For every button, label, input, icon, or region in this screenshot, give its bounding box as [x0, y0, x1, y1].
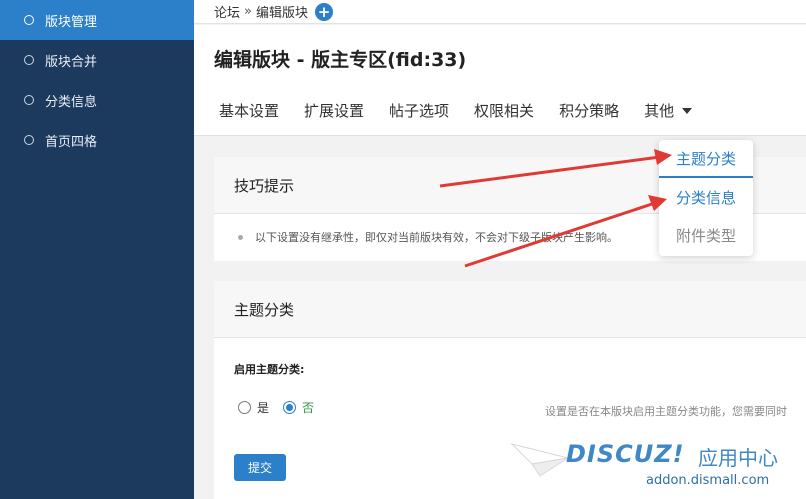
sidebar-item-home-grid[interactable]: 首页四格 [0, 120, 194, 160]
tip-text: 以下设置没有继承性，即仅对当前版块有效，不会对下级子版块产生影响。 [255, 231, 618, 244]
page-title: 编辑版块 - 版主专区(fid:33) [214, 49, 467, 71]
watermark-url: addon.dismall.com [646, 473, 770, 488]
tab-other[interactable]: 其他 [644, 100, 693, 121]
breadcrumb-current: 编辑版块 [255, 6, 308, 21]
sidebar: 版块管理 版块合并 分类信息 首页四格 [0, 0, 194, 499]
radio-no-label[interactable]: 否 [302, 399, 314, 416]
enable-category-radio-group: 是 否 [238, 399, 314, 416]
tab-other-label: 其他 [644, 102, 675, 120]
enable-category-description: 设置是否在本版块启用主题分类功能，您需要同时 [545, 405, 787, 418]
watermark: DISCUZ! 应用中心 addon.dismall.com [510, 434, 806, 499]
tab-basic-settings[interactable]: 基本设置 [219, 100, 279, 121]
plus-icon[interactable]: + [315, 2, 333, 21]
watermark-logo: DISCUZ! [566, 440, 685, 468]
radio-yes-label[interactable]: 是 [257, 399, 269, 416]
tab-bar: 基本设置 扩展设置 帖子选项 权限相关 积分策略 其他 [219, 100, 717, 121]
other-dropdown-menu: 主题分类 分类信息 附件类型 [659, 140, 753, 256]
radio-no[interactable] [283, 401, 297, 414]
category-panel-title: 主题分类 [214, 281, 806, 338]
tab-post-options[interactable]: 帖子选项 [389, 100, 449, 121]
sidebar-item-label: 分类信息 [45, 94, 98, 110]
dropdown-item-thread-category[interactable]: 主题分类 [659, 140, 753, 178]
sidebar-item-label: 版块管理 [45, 14, 98, 30]
circle-bullet-icon [24, 135, 34, 145]
tab-extended-settings[interactable]: 扩展设置 [304, 100, 364, 121]
breadcrumb-root-link[interactable]: 论坛 [214, 2, 240, 21]
submit-button[interactable]: 提交 [234, 454, 286, 481]
sidebar-item-label: 首页四格 [45, 134, 98, 150]
circle-bullet-icon [24, 95, 34, 105]
dropdown-item-attachment-type[interactable]: 附件类型 [659, 216, 753, 254]
breadcrumb-separator: » [244, 4, 252, 19]
paper-plane-icon [510, 443, 569, 477]
caret-down-icon [682, 107, 693, 114]
sidebar-item-label: 版块合并 [45, 54, 98, 70]
circle-bullet-icon [24, 55, 34, 65]
sidebar-item-forum-merge[interactable]: 版块合并 [0, 40, 194, 80]
page-header: 编辑版块 - 版主专区(fid:33) 基本设置 扩展设置 帖子选项 权限相关 … [194, 25, 806, 136]
circle-bullet-icon [24, 15, 34, 25]
watermark-title: 应用中心 [698, 446, 778, 470]
breadcrumb: 论坛 » 编辑版块 + [194, 0, 806, 24]
tab-permissions[interactable]: 权限相关 [474, 100, 534, 121]
dropdown-item-category-info[interactable]: 分类信息 [659, 178, 753, 216]
sidebar-item-category-info[interactable]: 分类信息 [0, 80, 194, 120]
tab-credit-policy[interactable]: 积分策略 [559, 100, 619, 121]
enable-category-label: 启用主题分类: [234, 363, 305, 376]
sidebar-item-forum-manage[interactable]: 版块管理 [0, 0, 194, 40]
bullet-icon [238, 234, 243, 240]
radio-yes[interactable] [238, 401, 251, 414]
